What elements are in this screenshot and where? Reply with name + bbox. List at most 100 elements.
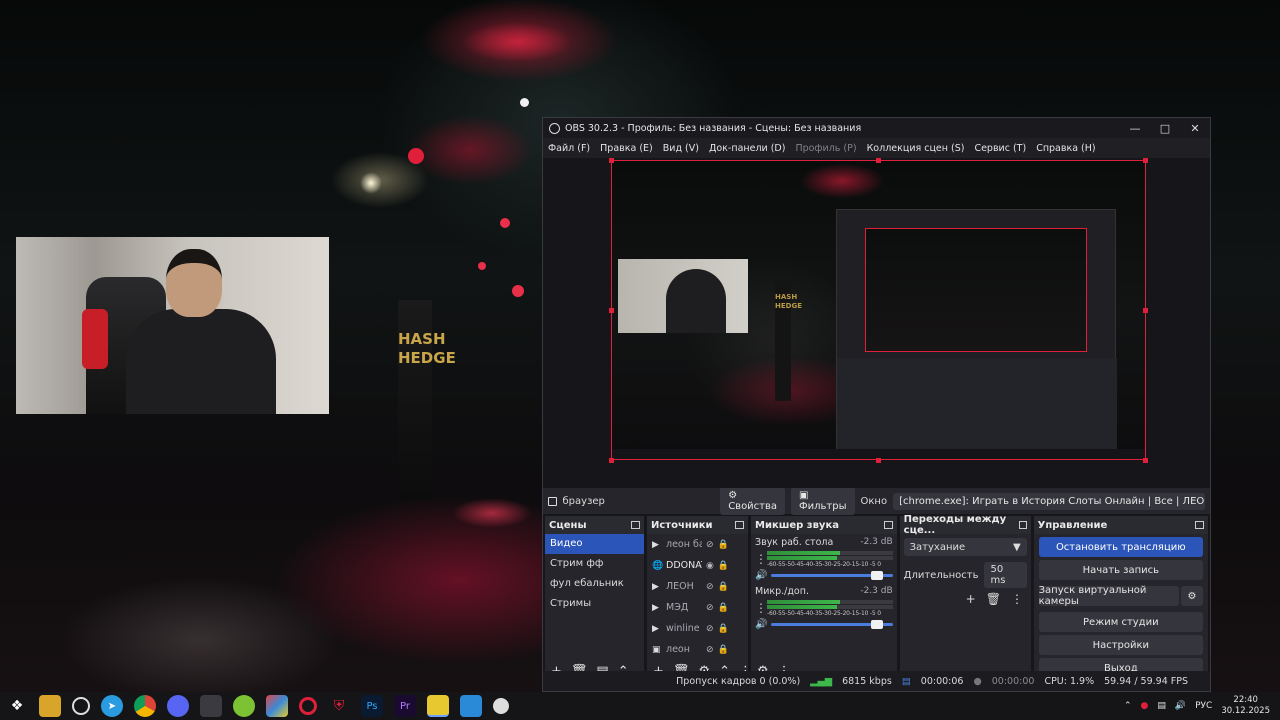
menu-item[interactable]: Док-панели (D) [709, 143, 785, 154]
menu-item[interactable]: Профиль (P) [795, 143, 856, 154]
scene-item[interactable]: Видео [545, 534, 644, 554]
resize-handle[interactable] [876, 158, 881, 163]
scenes-header: Сцены [545, 516, 644, 534]
resize-handle[interactable] [609, 458, 614, 463]
menu-item[interactable]: Справка (H) [1036, 143, 1095, 154]
undock-icon[interactable] [631, 521, 640, 529]
volume-slider[interactable] [771, 571, 893, 580]
vpn-icon[interactable] [460, 695, 482, 717]
stop-stream-button[interactable]: Остановить трансляцию [1038, 537, 1203, 557]
eye-off-icon[interactable]: ⊘ [706, 540, 714, 550]
undock-icon[interactable] [1018, 521, 1027, 529]
discord-icon[interactable] [167, 695, 189, 717]
volume-icon[interactable]: 🔊 [1175, 701, 1186, 711]
more-icon[interactable]: ⋮ [1011, 592, 1023, 606]
webcam-overlay [16, 237, 329, 414]
tray-app-icon[interactable]: ● [1141, 701, 1149, 711]
premiere-icon[interactable]: Pr [394, 695, 416, 717]
source-item[interactable]: ▣ леон ⊘ 🔒 [647, 639, 748, 660]
preview-canvas[interactable]: HASH HEDGE [611, 160, 1146, 460]
scene-item[interactable]: Стрим фф [545, 554, 644, 574]
explorer-icon[interactable] [39, 695, 61, 717]
menu-item[interactable]: Файл (F) [548, 143, 590, 154]
lock-icon[interactable]: 🔒 [718, 582, 729, 592]
source-item[interactable]: ▶ МЭД ⊘ 🔒 [647, 597, 748, 618]
resize-handle[interactable] [1143, 158, 1148, 163]
trash-icon[interactable]: 🗑 [986, 592, 1001, 606]
chrome-icon[interactable] [134, 695, 156, 717]
chevron-up-icon[interactable]: ⌃ [1124, 701, 1132, 711]
more-icon[interactable]: ⋮ [755, 602, 767, 614]
add-icon[interactable]: + [966, 592, 976, 606]
close-button[interactable]: ✕ [1180, 118, 1210, 138]
speaker-icon[interactable]: 🔊 [755, 570, 767, 581]
files-icon[interactable] [427, 695, 449, 717]
eye-off-icon[interactable]: ⊘ [706, 603, 714, 613]
lock-icon[interactable]: 🔒 [718, 540, 729, 550]
telegram-icon[interactable]: ➤ [101, 695, 123, 717]
channel-db: -2.3 dB [860, 586, 893, 596]
start-record-button[interactable]: Начать запись [1038, 560, 1203, 580]
menu-item[interactable]: Коллекция сцен (S) [867, 143, 965, 154]
speaker-icon[interactable]: 🔊 [755, 619, 767, 630]
eye-off-icon[interactable]: ⊘ [706, 645, 714, 655]
other-icon[interactable] [493, 698, 509, 714]
menu-item[interactable]: Вид (V) [663, 143, 699, 154]
duration-input[interactable]: 50 ms [984, 562, 1027, 588]
filters-button[interactable]: ▣ Фильтры [791, 487, 855, 515]
undock-icon[interactable] [1195, 521, 1204, 529]
resize-handle[interactable] [876, 458, 881, 463]
android-icon[interactable] [233, 695, 255, 717]
opera-icon[interactable] [299, 697, 317, 715]
eye-icon[interactable]: ◉ [706, 561, 714, 571]
eye-off-icon[interactable]: ⊘ [706, 582, 714, 592]
resize-handle[interactable] [609, 158, 614, 163]
scene-item[interactable]: Стримы [545, 594, 644, 614]
menu-item[interactable]: Сервис (T) [974, 143, 1026, 154]
lock-icon[interactable]: 🔒 [718, 645, 729, 655]
lock-icon[interactable]: 🔒 [718, 603, 729, 613]
steam-icon[interactable] [200, 695, 222, 717]
obs-icon[interactable] [72, 697, 90, 715]
source-item[interactable]: ▶ winline € ⊘ 🔒 [647, 618, 748, 639]
settings-button[interactable]: Настройки [1038, 635, 1203, 655]
language-indicator[interactable]: РУС [1195, 701, 1212, 711]
resize-handle[interactable] [609, 308, 614, 313]
network-icon[interactable]: ▤ [1157, 701, 1166, 711]
transition-select[interactable]: Затухание ▼ [903, 538, 1027, 556]
lock-icon[interactable]: 🔒 [718, 561, 729, 571]
preview-area[interactable]: HASH HEDGE [543, 158, 1210, 488]
duration-row: Длительность 50 ms [900, 560, 1031, 590]
source-item[interactable]: ▶ леон баг ⊘ 🔒 [647, 534, 748, 555]
undock-icon[interactable] [735, 521, 744, 529]
lock-icon[interactable]: 🔒 [718, 624, 729, 634]
scene-item[interactable]: фул ебальник [545, 574, 644, 594]
hash-hedge-banner: HASH HEDGE [398, 300, 456, 500]
photoshop-icon[interactable]: Ps [361, 695, 383, 717]
properties-button[interactable]: ⚙ Свойства [720, 487, 786, 515]
more-icon[interactable]: ⋮ [755, 553, 767, 565]
menu-item[interactable]: Правка (E) [600, 143, 653, 154]
start-icon[interactable]: ❖ [6, 695, 28, 717]
shield-icon[interactable]: ⛨ [328, 695, 350, 717]
obs-titlebar[interactable]: OBS 30.2.3 - Профиль: Без названия - Сце… [543, 118, 1210, 138]
source-item[interactable]: 🌐DDONAT ◉ 🔒 [647, 555, 748, 576]
window-select[interactable]: [chrome.exe]: Играть в История Слоты Онл… [893, 492, 1205, 510]
system-tray: ⌃ ● ▤ 🔊 РУС 22:40 30.12.2025 [1124, 695, 1280, 717]
virtual-camera-button[interactable]: Запуск виртуальной камеры [1038, 585, 1179, 607]
resize-handle[interactable] [1143, 458, 1148, 463]
source-label: МЭД [666, 602, 689, 613]
winrar-icon[interactable] [266, 695, 288, 717]
selected-source-name: браузер [562, 495, 605, 507]
maximize-button[interactable]: □ [1150, 118, 1180, 138]
source-item[interactable]: ▶ ЛЕОН ⊘ 🔒 [647, 576, 748, 597]
eye-off-icon[interactable]: ⊘ [706, 624, 714, 634]
clock[interactable]: 22:40 30.12.2025 [1221, 695, 1270, 717]
undock-icon[interactable] [883, 521, 893, 529]
volume-slider[interactable] [771, 620, 893, 629]
stage-light [462, 22, 572, 62]
minimize-button[interactable]: — [1120, 118, 1150, 138]
studio-mode-button[interactable]: Режим студии [1038, 612, 1203, 632]
gear-icon[interactable]: ⚙ [1181, 586, 1203, 606]
resize-handle[interactable] [1143, 308, 1148, 313]
